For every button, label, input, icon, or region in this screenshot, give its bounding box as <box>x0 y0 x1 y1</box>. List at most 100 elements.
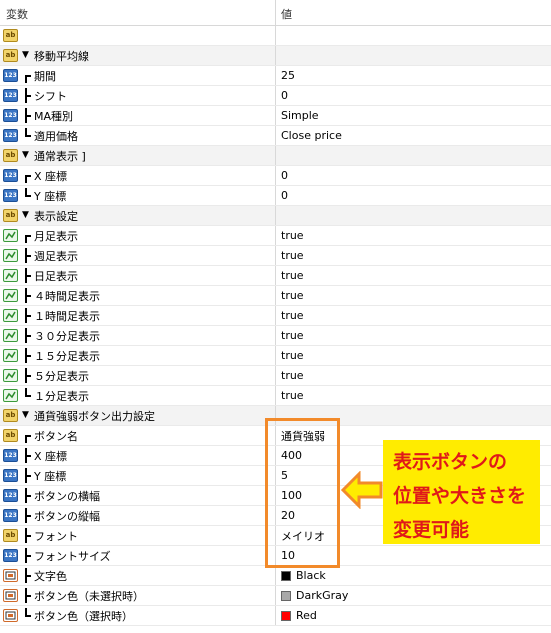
highlight-box <box>265 418 340 568</box>
param-value: Simple <box>281 109 319 122</box>
param-name-cell: ab ボタン名 <box>0 426 276 445</box>
table-row[interactable]: 123 シフト 0 <box>0 86 551 106</box>
header-variable[interactable]: 変数 <box>0 0 276 25</box>
param-name: フォント <box>34 529 78 543</box>
callout-line: 変更可能 <box>393 519 470 541</box>
table-row[interactable]: ab <box>0 26 551 46</box>
tree-branch-icon <box>22 187 32 202</box>
param-name: ボタン名 <box>34 429 78 443</box>
param-value: true <box>281 389 304 402</box>
param-name: フォントサイズ <box>34 549 111 563</box>
table-row[interactable]: ab 通常表示 ] <box>0 146 551 166</box>
table-row[interactable]: ５分足表示 true <box>0 366 551 386</box>
param-name-cell: ab 移動平均線 <box>0 46 276 65</box>
table-row[interactable]: １時間足表示 true <box>0 306 551 326</box>
param-value: true <box>281 329 304 342</box>
param-value-cell[interactable] <box>276 206 551 225</box>
param-value-cell[interactable] <box>276 46 551 65</box>
param-value: 0 <box>281 89 288 102</box>
callout-line: 位置や大きさを <box>393 485 527 507</box>
tree-branch-icon <box>22 587 32 603</box>
table-row[interactable]: 123 適用価格 Close price <box>0 126 551 146</box>
param-name-cell: ３０分足表示 <box>0 326 276 345</box>
header-value[interactable]: 値 <box>276 0 551 25</box>
table-row[interactable]: ab 移動平均線 <box>0 46 551 66</box>
table-row[interactable]: ボタン色（選択時） Red <box>0 606 551 626</box>
param-name: 週足表示 <box>34 249 78 263</box>
param-value-cell[interactable]: 0 <box>276 186 551 205</box>
param-name-cell: 123 期間 <box>0 66 276 85</box>
param-name-cell: 文字色 <box>0 566 276 585</box>
param-name: ４時間足表示 <box>34 289 100 303</box>
param-value: DarkGray <box>296 589 349 602</box>
param-value-cell[interactable]: true <box>276 266 551 285</box>
tree-branch-icon <box>22 430 32 443</box>
param-value-cell[interactable]: DarkGray <box>276 586 551 605</box>
number-type-icon: 123 <box>3 129 18 142</box>
expand-triangle-icon[interactable] <box>22 210 32 222</box>
param-name-cell: 日足表示 <box>0 266 276 285</box>
param-name-cell: 123 Y 座標 <box>0 466 276 485</box>
expand-triangle-icon[interactable] <box>22 150 32 162</box>
callout-note: 表示ボタンの 位置や大きさを 変更可能 <box>383 440 540 544</box>
param-value-cell[interactable]: true <box>276 326 551 345</box>
param-value-cell[interactable] <box>276 146 551 165</box>
param-name-cell: ab <box>0 26 276 45</box>
table-row[interactable]: 月足表示 true <box>0 226 551 246</box>
table-row[interactable]: 123 期間 25 <box>0 66 551 86</box>
param-value-cell[interactable]: Simple <box>276 106 551 125</box>
table-row[interactable]: ３０分足表示 true <box>0 326 551 346</box>
param-value-cell[interactable]: Black <box>276 566 551 585</box>
param-name: X 座標 <box>34 449 68 463</box>
param-value-cell[interactable]: true <box>276 226 551 245</box>
table-row[interactable]: 123 X 座標 0 <box>0 166 551 186</box>
number-type-icon: 123 <box>3 109 18 122</box>
color-type-icon <box>3 569 18 582</box>
table-row[interactable]: 文字色 Black <box>0 566 551 586</box>
param-value: 0 <box>281 189 288 202</box>
table-row[interactable]: 日足表示 true <box>0 266 551 286</box>
tree-branch-icon <box>22 267 32 283</box>
param-value-cell[interactable]: 0 <box>276 86 551 105</box>
tree-branch-icon <box>22 230 32 243</box>
table-row[interactable]: 123 Y 座標 0 <box>0 186 551 206</box>
param-value-cell[interactable]: 25 <box>276 66 551 85</box>
param-value-cell[interactable]: 0 <box>276 166 551 185</box>
tree-branch-icon <box>22 327 32 343</box>
tree-branch-icon <box>22 447 32 463</box>
param-name: 適用価格 <box>34 129 78 143</box>
table-row[interactable]: １５分足表示 true <box>0 346 551 366</box>
table-row[interactable]: 123 MA種別 Simple <box>0 106 551 126</box>
bool-type-icon <box>3 289 18 302</box>
param-value-cell[interactable]: true <box>276 346 551 365</box>
param-value-cell[interactable]: true <box>276 306 551 325</box>
tree-branch-icon <box>22 247 32 263</box>
param-name: ボタン色（選択時） <box>34 609 133 623</box>
bool-type-icon <box>3 389 18 402</box>
table-row[interactable]: 週足表示 true <box>0 246 551 266</box>
table-header: 変数 値 <box>0 0 551 26</box>
param-value-cell[interactable]: Close price <box>276 126 551 145</box>
tree-branch-icon <box>22 307 32 323</box>
param-value-cell[interactable]: true <box>276 386 551 405</box>
table-row[interactable]: ab 表示設定 <box>0 206 551 226</box>
param-name-cell: 123 フォントサイズ <box>0 546 276 565</box>
callout-line: 表示ボタンの <box>393 451 508 473</box>
table-row[interactable]: ボタン色（未選択時） DarkGray <box>0 586 551 606</box>
param-value-cell[interactable] <box>276 26 551 45</box>
param-name-cell: ab 通常表示 ] <box>0 146 276 165</box>
color-type-icon <box>3 589 18 602</box>
expand-triangle-icon[interactable] <box>22 50 32 62</box>
param-value-cell[interactable]: Red <box>276 606 551 625</box>
param-name-cell: ボタン色（未選択時） <box>0 586 276 605</box>
param-value-cell[interactable]: true <box>276 286 551 305</box>
table-row[interactable]: ４時間足表示 true <box>0 286 551 306</box>
number-type-icon: 123 <box>3 469 18 482</box>
expand-triangle-icon[interactable] <box>22 410 32 422</box>
table-row[interactable]: １分足表示 true <box>0 386 551 406</box>
tree-branch-icon <box>22 527 32 543</box>
param-value-cell[interactable]: true <box>276 366 551 385</box>
param-value-cell[interactable]: true <box>276 246 551 265</box>
number-type-icon: 123 <box>3 509 18 522</box>
param-name: ボタンの横幅 <box>34 489 100 503</box>
